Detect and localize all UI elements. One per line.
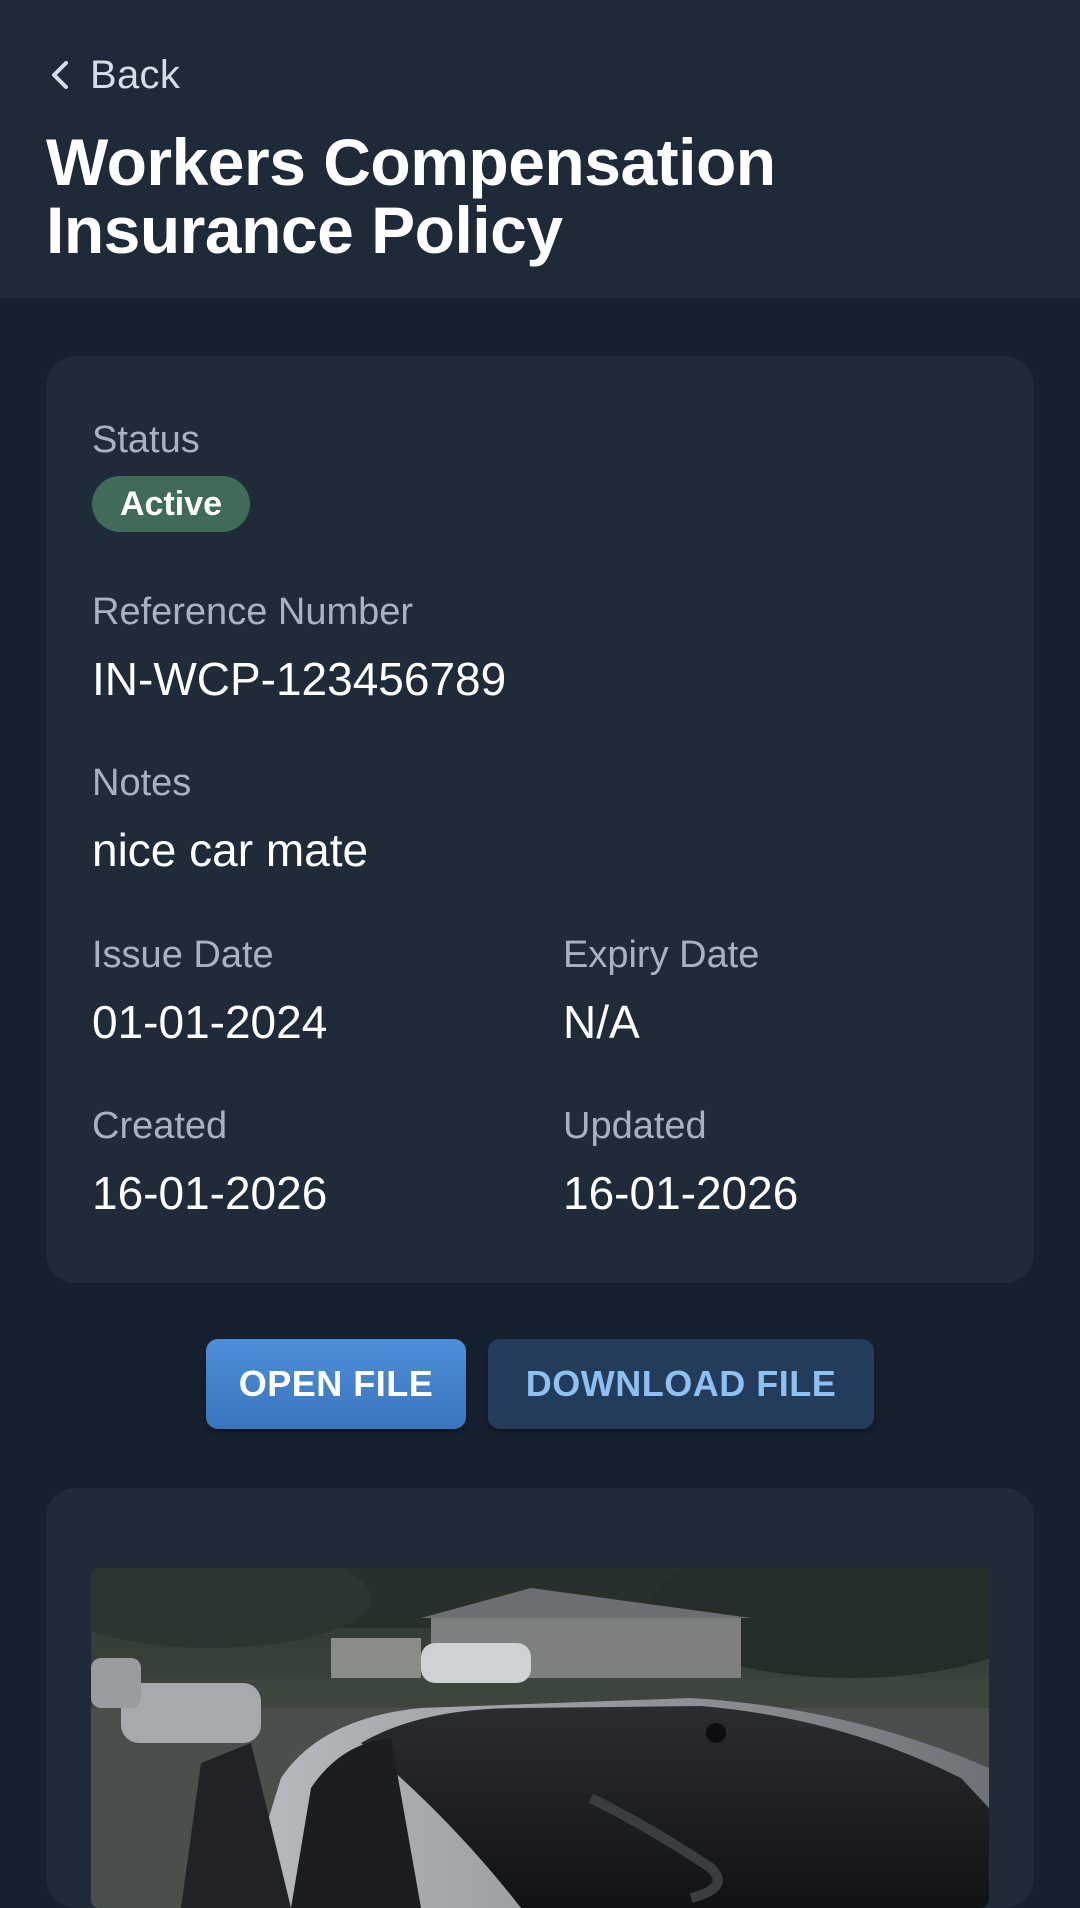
- created-field: Created 16-01-2026: [92, 1104, 327, 1220]
- expiry-date-value: N/A: [563, 996, 640, 1048]
- file-preview-image[interactable]: [91, 1568, 989, 1908]
- app-header: Back Workers Compensation Insurance Poli…: [0, 0, 1080, 298]
- updated-label: Updated: [563, 1105, 707, 1147]
- expiry-date-label: Expiry Date: [563, 934, 760, 976]
- notes-field: Notes nice car mate: [92, 761, 368, 877]
- page-title: Workers Compensation Insurance Policy: [46, 125, 776, 267]
- expiry-date-field: Expiry Date N/A: [563, 933, 759, 1049]
- back-label: Back: [90, 52, 181, 97]
- file-preview-card: [46, 1488, 1034, 1908]
- reference-field: Reference Number IN-WCP-123456789: [92, 590, 506, 706]
- status-badge: Active: [92, 476, 251, 532]
- issue-date-value: 01-01-2024: [92, 996, 328, 1048]
- notes-value: nice car mate: [92, 824, 369, 876]
- issue-date-label: Issue Date: [92, 934, 274, 976]
- download-file-button[interactable]: DOWNLOAD FILE: [488, 1339, 874, 1429]
- updated-value: 16-01-2026: [563, 1167, 799, 1219]
- issue-date-field: Issue Date 01-01-2024: [92, 933, 327, 1049]
- car-photo-illustration: [91, 1568, 989, 1908]
- created-value: 16-01-2026: [92, 1167, 328, 1219]
- created-label: Created: [92, 1105, 228, 1147]
- status-label: Status: [92, 419, 200, 461]
- notes-label: Notes: [92, 762, 192, 804]
- document-details-card: Status Active Reference Number IN-WCP-12…: [46, 356, 1034, 1283]
- status-field: Status Active: [92, 418, 251, 532]
- back-button[interactable]: Back: [46, 50, 180, 100]
- chevron-left-icon: [52, 61, 68, 89]
- updated-field: Updated 16-01-2026: [563, 1104, 798, 1220]
- reference-value: IN-WCP-123456789: [92, 653, 507, 705]
- open-file-button[interactable]: OPEN FILE: [206, 1339, 466, 1429]
- reference-label: Reference Number: [92, 591, 414, 633]
